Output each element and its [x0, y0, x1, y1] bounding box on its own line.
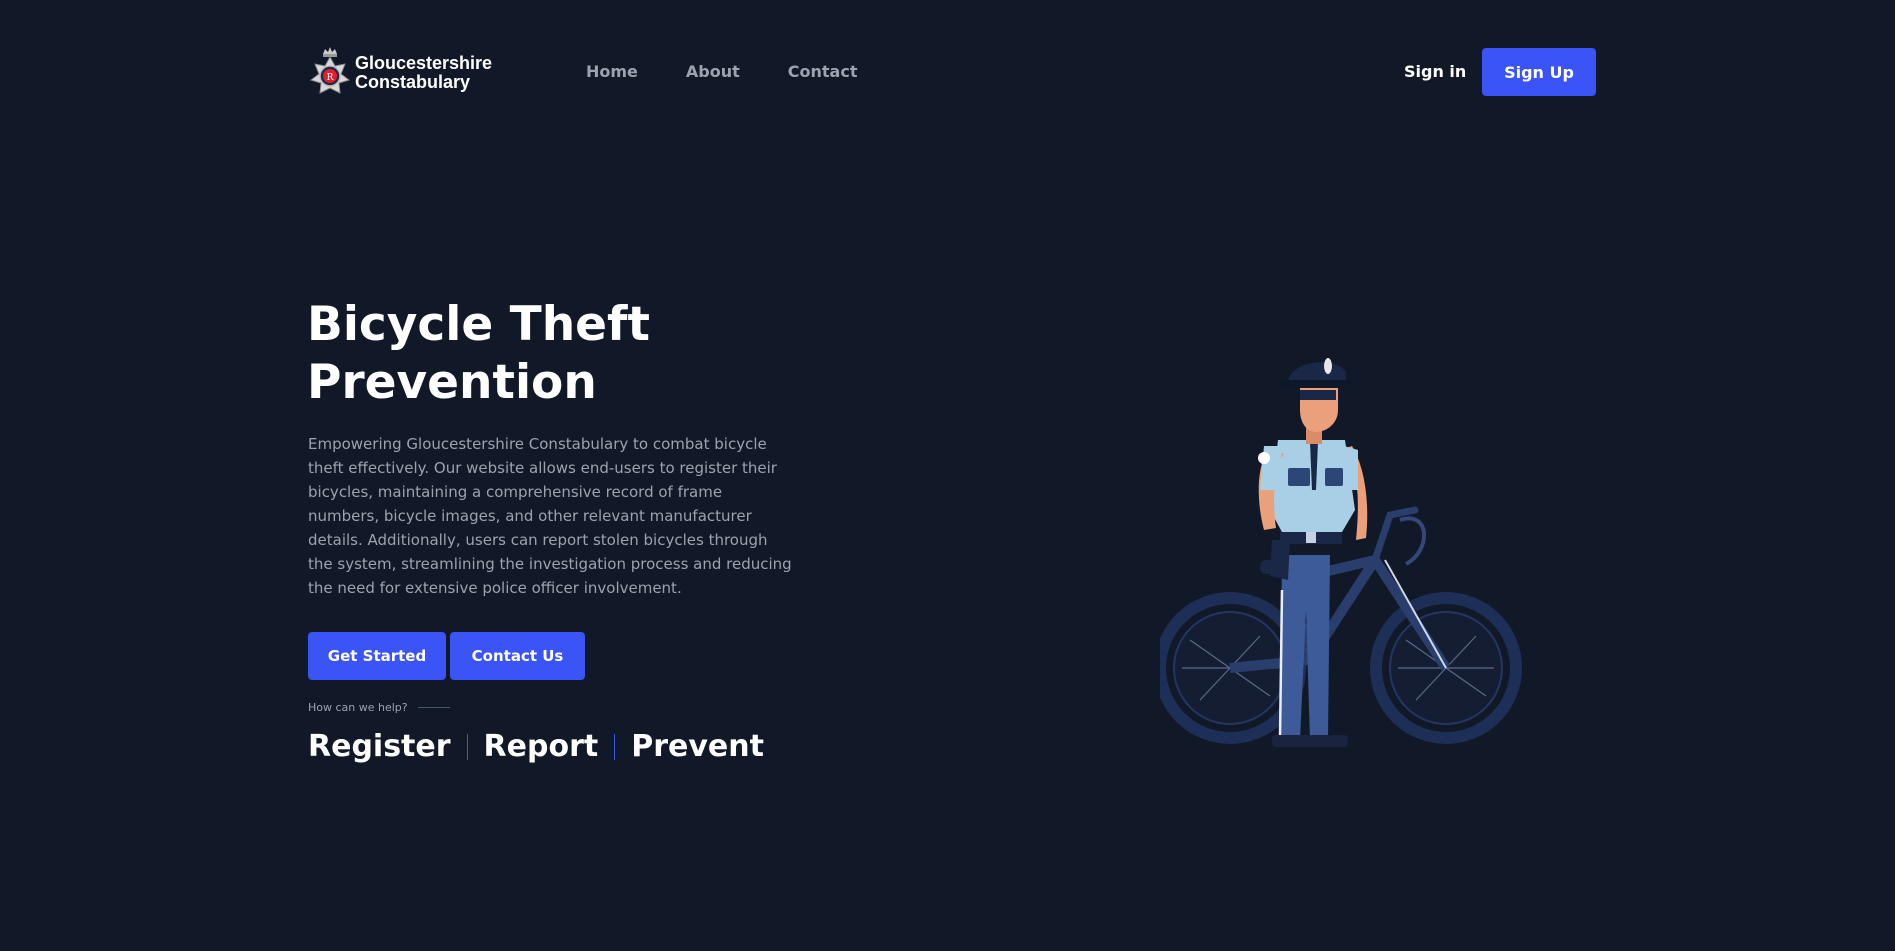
- sign-in-link[interactable]: Sign in: [1404, 62, 1466, 82]
- sign-up-button[interactable]: Sign Up: [1482, 48, 1596, 96]
- nav-about[interactable]: About: [686, 62, 740, 82]
- page-title: Bicycle Theft Prevention: [307, 296, 867, 412]
- svg-text:R: R: [327, 73, 334, 83]
- pillar-report: Report: [483, 729, 599, 764]
- pillars: Register Report Prevent: [308, 727, 764, 767]
- nav-contact[interactable]: Contact: [788, 62, 858, 82]
- pillar-divider: [614, 734, 616, 760]
- pillar-prevent: Prevent: [631, 729, 764, 764]
- logo-text: Gloucestershire Constabulary: [355, 54, 492, 92]
- logo-line-2: Constabulary: [355, 72, 471, 92]
- police-crest-icon: R: [309, 47, 351, 94]
- bicycle: [1160, 506, 1522, 744]
- pillar-divider: [466, 734, 468, 760]
- title-line-2: Prevention: [307, 355, 597, 410]
- pillar-register: Register: [308, 729, 451, 764]
- main-nav: Home About Contact: [586, 62, 857, 82]
- logo-line-1: Gloucestershire: [355, 53, 493, 73]
- help-text: How can we help?: [308, 701, 408, 714]
- police-officer-bicycle-illustration: [1160, 358, 1522, 747]
- help-divider: [417, 707, 450, 708]
- site-header: R Gloucestershire Constabulary Home Abou…: [0, 0, 1895, 146]
- hero-description: Empowering Gloucestershire Constabulary …: [308, 435, 792, 597]
- help-caption: How can we help?: [308, 701, 450, 714]
- get-started-button[interactable]: Get Started: [308, 632, 446, 680]
- contact-us-button[interactable]: Contact Us: [450, 632, 585, 680]
- title-line-1: Bicycle Theft: [307, 297, 650, 352]
- nav-home[interactable]: Home: [586, 62, 638, 82]
- constabulary-logo[interactable]: R Gloucestershire Constabulary: [309, 46, 492, 100]
